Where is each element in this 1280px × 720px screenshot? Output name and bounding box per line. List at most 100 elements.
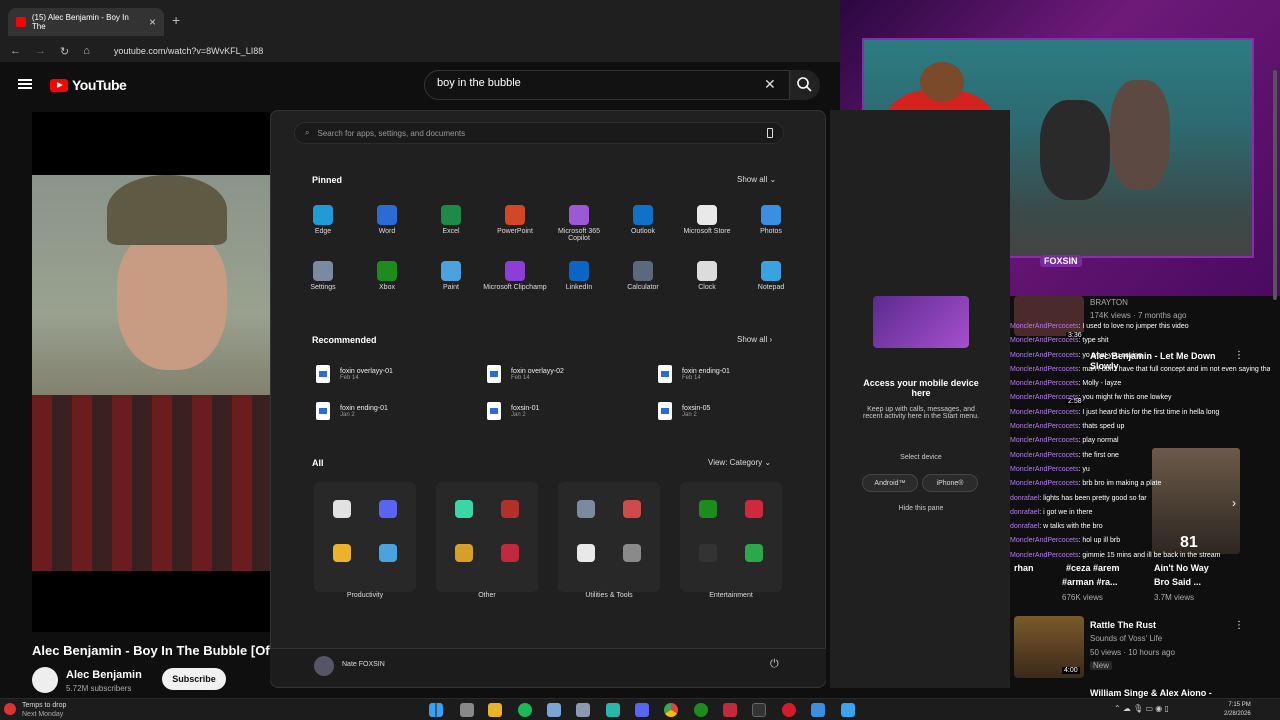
discord-icon[interactable] <box>635 703 649 717</box>
related-video-title[interactable]: William Singe & Alex Aiono - <box>1090 688 1212 698</box>
close-tab-icon[interactable]: × <box>149 15 156 29</box>
channel-name[interactable]: Alec Benjamin <box>66 669 142 681</box>
pinned-app-edge[interactable]: Edge <box>291 205 355 235</box>
menu-icon[interactable] <box>18 79 32 89</box>
reload-icon[interactable]: ↻ <box>60 45 69 58</box>
xbox-icon <box>377 261 397 281</box>
video-title: Alec Benjamin - Boy In The Bubble [Offi <box>32 643 270 658</box>
file-explorer-icon[interactable] <box>488 703 502 717</box>
pinned-show-all-button[interactable]: Show all ⌄ <box>737 175 776 184</box>
pinned-app-label: Microsoft Clipchamp <box>483 284 547 291</box>
pinned-app-word[interactable]: Word <box>355 205 419 235</box>
new-tab-button[interactable]: + <box>172 12 180 28</box>
folder-app-icon <box>501 544 519 562</box>
recommended-file[interactable]: foxin ending-01 Feb 14 <box>658 365 818 383</box>
microsoft-clipchamp-icon <box>505 261 525 281</box>
hide-pane-button[interactable]: Hide this pane <box>861 505 981 512</box>
video-frame[interactable] <box>32 175 270 571</box>
folder-app-icon <box>699 544 717 562</box>
youtube-logo[interactable]: YouTube <box>50 77 127 93</box>
app-folder-utilities-tools[interactable]: Utilities & Tools <box>558 482 660 599</box>
folder-app-icon <box>333 500 351 518</box>
address-bar[interactable]: youtube.com/watch?v=8WvKFL_LI88 <box>114 46 263 56</box>
related-video-title[interactable]: Rattle The Rust <box>1090 620 1156 630</box>
pinned-app-microsoft-clipchamp[interactable]: Microsoft Clipchamp <box>483 261 547 291</box>
page-scrollbar[interactable] <box>1273 70 1277 300</box>
pinned-heading: Pinned <box>312 175 343 185</box>
home-icon[interactable]: ⌂ <box>83 45 90 57</box>
pinned-app-microsoft-store[interactable]: Microsoft Store <box>675 205 739 235</box>
recommended-file[interactable]: foxsin-01 Jan 2 <box>487 402 647 420</box>
pinned-app-excel[interactable]: Excel <box>419 205 483 235</box>
document-icon <box>316 402 330 420</box>
windows-start-icon[interactable] <box>429 703 443 717</box>
weather-alert-icon[interactable] <box>4 703 16 715</box>
pinned-app-microsoft-365-copilot[interactable]: Microsoft 365 Copilot <box>547 205 611 242</box>
app-icon[interactable] <box>752 703 766 717</box>
pinned-app-outlook[interactable]: Outlook <box>611 205 675 235</box>
chat-message: MonclerAndPercocets: Molly - layze <box>1010 380 1122 388</box>
iphone-button[interactable]: iPhone® <box>922 474 978 492</box>
system-tray-icons[interactable]: ⌃ ☁ 🎙 ▭ ◉ ▯ <box>1114 704 1214 718</box>
folder-app-icon <box>745 544 763 562</box>
pinned-app-clock[interactable]: Clock <box>675 261 739 291</box>
microsoft-365-copilot-icon <box>569 205 589 225</box>
start-search-input[interactable]: ⌕ Search for apps, settings, and documen… <box>294 122 784 144</box>
browser-tab[interactable]: (15) Alec Benjamin - Boy In The × <box>8 8 164 36</box>
clear-search-icon[interactable]: ✕ <box>764 76 776 93</box>
subscribe-button[interactable]: Subscribe <box>162 668 226 690</box>
pinned-app-notepad[interactable]: Notepad <box>739 261 803 291</box>
weather-widget[interactable]: Temps to drop Next Monday <box>22 701 66 719</box>
app-icon[interactable] <box>811 703 825 717</box>
recommended-file[interactable]: foxin ending-01 Jan 2 <box>316 402 476 420</box>
taskbar-clock[interactable]: 7:15 PM 2/28/2026 <box>1224 701 1251 719</box>
phone-icon[interactable] <box>767 128 773 138</box>
app-folder-productivity[interactable]: Productivity <box>314 482 416 599</box>
folder-label: Productivity <box>346 592 384 599</box>
chat-username: MonclerAndPercocets <box>1010 465 1079 473</box>
clock-icon <box>697 261 717 281</box>
pinned-app-powerpoint[interactable]: PowerPoint <box>483 205 547 235</box>
file-name: foxin overlayy-01 <box>340 367 393 375</box>
youtube-search-input[interactable]: boy in the bubble <box>424 70 790 100</box>
pinned-app-paint[interactable]: Paint <box>419 261 483 291</box>
app-icon[interactable] <box>606 703 620 717</box>
chat-username: MonclerAndPercocets <box>1010 394 1079 402</box>
app-folder-other[interactable]: Other <box>436 482 538 599</box>
android-button[interactable]: Android™ <box>862 474 918 492</box>
recommended-file[interactable]: foxin overlayy-02 Feb 14 <box>487 365 647 383</box>
spotify-icon[interactable] <box>518 703 532 717</box>
app-folder-entertainment[interactable]: Entertainment <box>680 482 782 599</box>
power-icon[interactable]: ⏻ <box>770 658 779 671</box>
video-duration: 4:00 <box>1062 667 1080 674</box>
channel-avatar[interactable] <box>32 667 58 693</box>
user-avatar[interactable] <box>314 656 334 676</box>
chat-username: donrafael <box>1010 494 1040 502</box>
opera-icon[interactable] <box>782 703 796 717</box>
task-view-icon[interactable] <box>460 703 474 717</box>
pinned-app-calculator[interactable]: Calculator <box>611 261 675 291</box>
forward-icon[interactable]: → <box>35 45 46 57</box>
view-category-dropdown[interactable]: View: Category ⌄ <box>708 458 771 467</box>
pinned-app-linkedin[interactable]: LinkedIn <box>547 261 611 291</box>
folder-app-icon <box>577 500 595 518</box>
recommended-file[interactable]: foxsin-05 Jan 2 <box>658 402 818 420</box>
app-icon[interactable] <box>841 703 855 717</box>
pinned-app-settings[interactable]: Settings <box>291 261 355 291</box>
user-name[interactable]: Nate FOXSIN <box>342 661 385 668</box>
phone-illustration <box>873 296 969 348</box>
search-button[interactable] <box>790 70 820 100</box>
settings-icon[interactable] <box>576 703 590 717</box>
app-icon[interactable] <box>723 703 737 717</box>
more-options-icon[interactable]: ⋮ <box>1234 620 1244 631</box>
chrome-icon[interactable] <box>664 703 678 717</box>
recommended-show-all-button[interactable]: Show all › <box>737 335 772 344</box>
chat-username: MonclerAndPercocets <box>1010 437 1079 445</box>
pinned-app-xbox[interactable]: Xbox <box>355 261 419 291</box>
recommended-file[interactable]: foxin overlayy-01 Feb 14 <box>316 365 476 383</box>
pinned-app-photos[interactable]: Photos <box>739 205 803 235</box>
photos-app-icon[interactable] <box>547 703 561 717</box>
xbox-icon[interactable] <box>694 703 708 717</box>
excel-icon <box>441 205 461 225</box>
back-icon[interactable]: ← <box>10 45 21 57</box>
